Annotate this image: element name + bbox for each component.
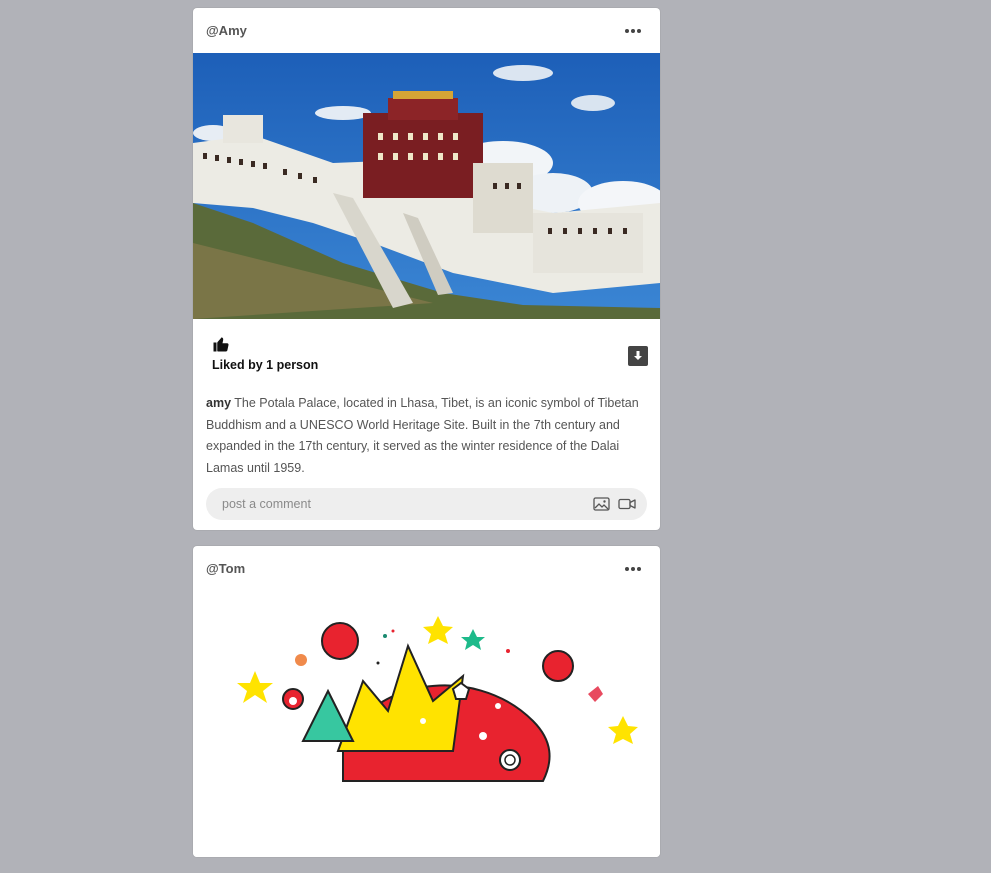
attach-image-button[interactable]: [591, 494, 611, 514]
comment-input[interactable]: [222, 497, 585, 511]
post-header: @Tom: [193, 546, 660, 591]
comment-bar: [206, 488, 647, 520]
post-image[interactable]: [193, 53, 660, 319]
caption-author[interactable]: amy: [206, 396, 231, 410]
potala-palace-image: [193, 53, 660, 319]
post-username[interactable]: @Amy: [206, 23, 247, 38]
more-horizontal-icon: [625, 566, 641, 571]
post-card: @Amy Liked by 1 person amy The Potala Pa…: [193, 8, 660, 530]
post-card: @Tom: [193, 546, 660, 857]
cartoon-illustration-image: [193, 591, 660, 857]
feed: @Amy Liked by 1 person amy The Potala Pa…: [193, 8, 660, 873]
post-caption: amy The Potala Palace, located in Lhasa,…: [193, 379, 660, 479]
like-button[interactable]: [212, 335, 232, 355]
attach-video-button[interactable]: [617, 494, 637, 514]
download-icon: [634, 351, 642, 360]
thumbs-up-icon: [213, 337, 229, 352]
caption-text: The Potala Palace, located in Lhasa, Tib…: [206, 396, 639, 475]
post-header: @Amy: [193, 8, 660, 53]
download-button[interactable]: [628, 346, 648, 366]
post-image[interactable]: [193, 591, 660, 857]
video-icon: [618, 498, 636, 510]
post-username[interactable]: @Tom: [206, 561, 245, 576]
more-options-button[interactable]: [619, 21, 647, 41]
image-icon: [592, 497, 610, 511]
post-actions: Liked by 1 person: [193, 319, 660, 379]
likes-count[interactable]: Liked by 1 person: [212, 358, 318, 372]
more-horizontal-icon: [625, 28, 641, 33]
more-options-button[interactable]: [619, 559, 647, 579]
